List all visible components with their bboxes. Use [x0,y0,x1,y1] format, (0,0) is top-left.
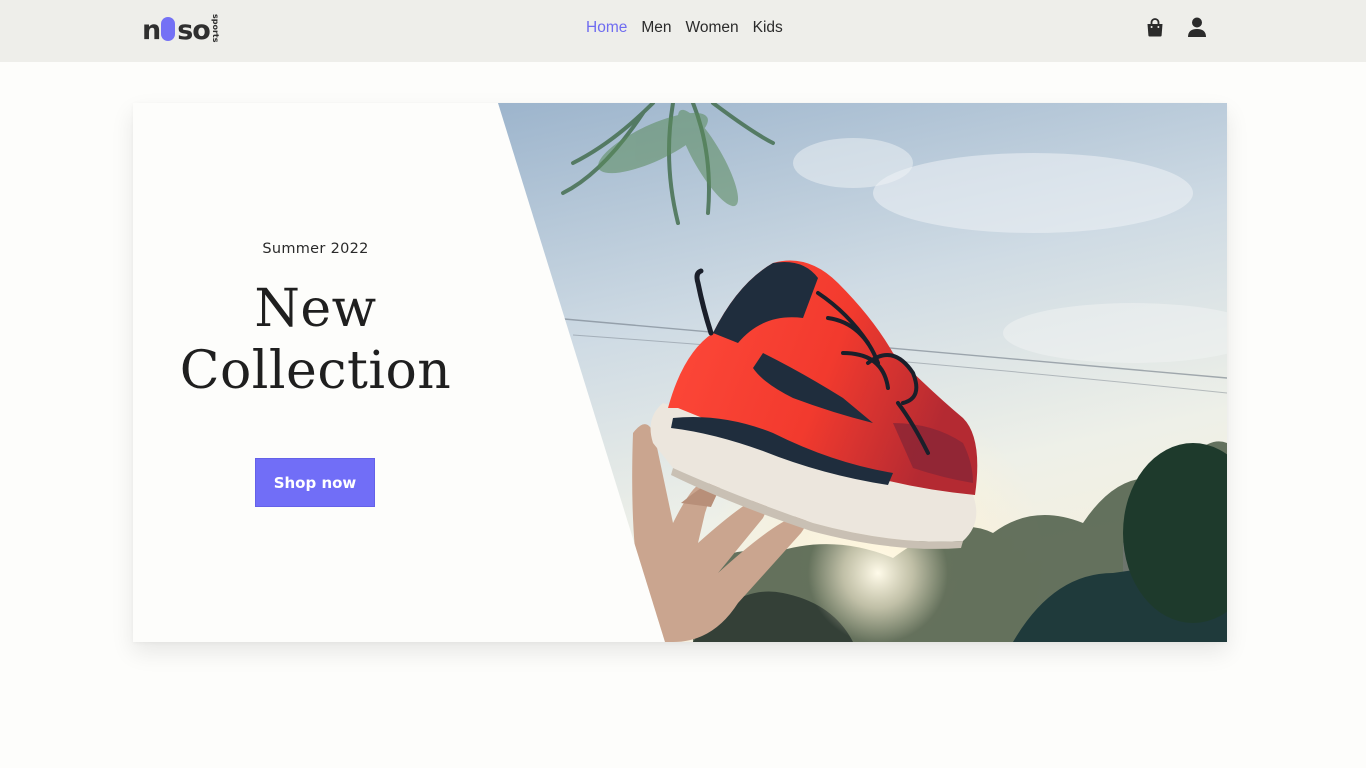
top-navbar: n so sports Home Men Women Kids [0,0,1366,62]
hero-season-label: Summer 2022 [262,241,369,257]
nav-women[interactable]: Women [686,19,739,37]
nav-home[interactable]: Home [586,19,627,37]
hero-copy: Summer 2022 New Collection Shop now [133,103,498,642]
user-icon[interactable] [1186,16,1208,38]
logo-wordmark: n so [142,15,211,46]
bag-icon[interactable] [1144,16,1166,38]
nav-men[interactable]: Men [641,19,671,37]
logo-o-shape [161,17,176,41]
main-nav: Home Men Women Kids [586,19,783,37]
hero-headline-line1: New [254,279,377,339]
hero-headline-line2: Collection [179,341,452,401]
hero-banner: Summer 2022 New Collection Shop now [133,103,1227,642]
nav-kids[interactable]: Kids [753,19,783,37]
hero-headline: New Collection [133,278,498,402]
brand-logo[interactable]: n so sports [142,14,220,46]
logo-subtitle: sports [210,14,220,43]
shop-now-button[interactable]: Shop now [255,458,375,507]
